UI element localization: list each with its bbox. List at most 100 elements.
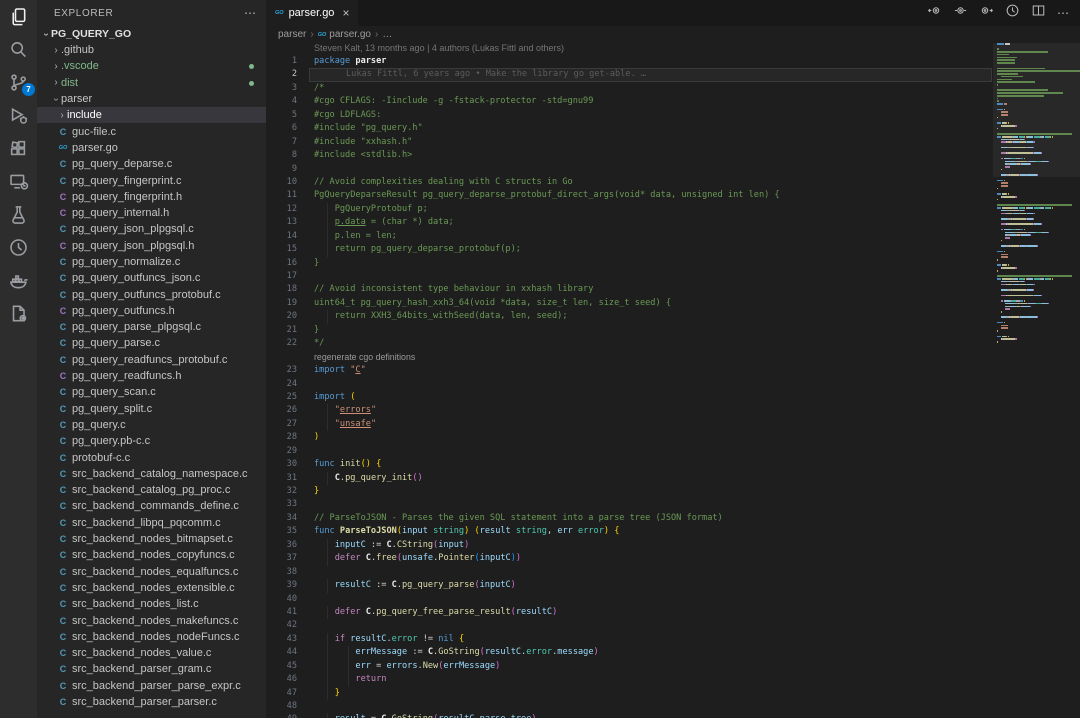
code-line-27[interactable]: 27 "unsafe" xyxy=(266,418,993,431)
line-number[interactable]: 32 xyxy=(266,485,297,498)
tree-item-src-backend-nodes-extensible-c[interactable]: Csrc_backend_nodes_extensible.c xyxy=(37,580,266,596)
code-line-25[interactable]: 25import ( xyxy=(266,391,993,404)
extensions-icon[interactable] xyxy=(0,132,37,165)
line-number[interactable]: 7 xyxy=(266,136,297,149)
code-line-7[interactable]: 7#include "xxhash.h" xyxy=(266,136,993,149)
tree-item-pg-query-json-plpgsql-h[interactable]: Cpg_query_json_plpgsql.h xyxy=(37,238,266,254)
tree-item-pg-query-split-c[interactable]: Cpg_query_split.c xyxy=(37,401,266,417)
tree-item-src-backend-parser-parser-c[interactable]: Csrc_backend_parser_parser.c xyxy=(37,694,266,710)
tree-item-src-backend-commands-define-c[interactable]: Csrc_backend_commands_define.c xyxy=(37,498,266,514)
line-number[interactable]: 41 xyxy=(266,606,297,619)
link-token[interactable]: unsafe xyxy=(340,419,371,429)
tree-item-pg-query-internal-h[interactable]: Cpg_query_internal.h xyxy=(37,205,266,221)
tree-item-pg-query-json-plpgsql-c[interactable]: Cpg_query_json_plpgsql.c xyxy=(37,221,266,237)
code-line-49[interactable]: 49 result = C.GoString(resultC.parse_tre… xyxy=(266,713,993,718)
gitlens-next-change-icon[interactable] xyxy=(979,3,994,23)
line-number[interactable]: 11 xyxy=(266,189,297,202)
line-number[interactable]: 3 xyxy=(266,82,297,95)
code-line-37[interactable]: 37 defer C.free(unsafe.Pointer(inputC)) xyxy=(266,552,993,565)
breadcrumb-item[interactable]: parser xyxy=(278,29,306,40)
tree-item-pg-query-readfuncs-h[interactable]: Cpg_query_readfuncs.h xyxy=(37,368,266,384)
line-number[interactable]: 33 xyxy=(266,498,297,511)
code-line-44[interactable]: 44 errMessage := C.GoString(resultC.erro… xyxy=(266,646,993,659)
tree-item-src-backend-parser-parse-expr-c[interactable]: Csrc_backend_parser_parse_expr.c xyxy=(37,678,266,694)
more-actions-icon[interactable]: ⋯ xyxy=(1057,6,1070,20)
codelens-regenerate-cgo[interactable]: regenerate cgo definitions xyxy=(314,351,993,364)
line-number[interactable]: 9 xyxy=(266,163,297,176)
line-number[interactable]: 14 xyxy=(266,230,297,243)
code-line-41[interactable]: 41 defer C.pg_query_free_parse_result(re… xyxy=(266,606,993,619)
line-number[interactable]: 28 xyxy=(266,431,297,444)
minimap[interactable] xyxy=(993,43,1080,718)
code-line-12[interactable]: 12 PgQueryProtobuf p; xyxy=(266,203,993,216)
tree-item-protobuf-c-c[interactable]: Cprotobuf-c.c xyxy=(37,449,266,465)
line-number[interactable]: 47 xyxy=(266,687,297,700)
tree-item-pg-query-outfuncs-protobuf-c[interactable]: Cpg_query_outfuncs_protobuf.c xyxy=(37,286,266,302)
tree-item-src-backend-catalog-pg-proc-c[interactable]: Csrc_backend_catalog_pg_proc.c xyxy=(37,482,266,498)
code-line-24[interactable]: 24 xyxy=(266,378,993,391)
code-line-45[interactable]: 45 err = errors.New(errMessage) xyxy=(266,660,993,673)
tree-item-src-backend-libpq-pqcomm-c[interactable]: Csrc_backend_libpq_pqcomm.c xyxy=(37,515,266,531)
code-line-32[interactable]: 32} xyxy=(266,485,993,498)
line-number[interactable]: 22 xyxy=(266,337,297,350)
tree-item-pg-query-parse-c[interactable]: Cpg_query_parse.c xyxy=(37,335,266,351)
code-line-33[interactable]: 33 xyxy=(266,498,993,511)
tree-item-src-backend-nodes-bitmapset-c[interactable]: Csrc_backend_nodes_bitmapset.c xyxy=(37,531,266,547)
code-line-28[interactable]: 28) xyxy=(266,431,993,444)
split-editor-icon[interactable] xyxy=(1031,3,1046,23)
tree-item-parser-go[interactable]: GOparser.go xyxy=(37,140,266,156)
line-number[interactable]: 30 xyxy=(266,458,297,471)
line-number[interactable]: 5 xyxy=(266,109,297,122)
code-line-19[interactable]: 19uint64_t pg_query_hash_xxh3_64(void *d… xyxy=(266,297,993,310)
code-line-20[interactable]: 20 return XXH3_64bits_withSeed(data, len… xyxy=(266,310,993,323)
breadcrumb-item[interactable]: … xyxy=(382,29,392,40)
line-number[interactable]: 31 xyxy=(266,472,297,485)
code-area[interactable]: Steven Kalt, 13 months ago | 4 authors (… xyxy=(266,43,993,718)
line-number[interactable]: 27 xyxy=(266,418,297,431)
explorer-more-actions-icon[interactable]: ⋯ xyxy=(244,6,256,20)
tree-item-src-backend-nodes-equalfuncs-c[interactable]: Csrc_backend_nodes_equalfuncs.c xyxy=(37,564,266,580)
tree-item-src-backend-nodes-nodefuncs-c[interactable]: Csrc_backend_nodes_nodeFuncs.c xyxy=(37,629,266,645)
tab-parser-go[interactable]: GO parser.go × xyxy=(266,0,358,26)
code-line-31[interactable]: 31 C.pg_query_init() xyxy=(266,472,993,485)
line-number[interactable]: 24 xyxy=(266,378,297,391)
tree-item-include[interactable]: ›include xyxy=(37,107,266,123)
line-number[interactable]: 2 xyxy=(266,68,297,81)
tree-item-pg-query-outfuncs-json-c[interactable]: Cpg_query_outfuncs_json.c xyxy=(37,270,266,286)
line-number[interactable]: 45 xyxy=(266,660,297,673)
code-line-26[interactable]: 26 "errors" xyxy=(266,404,993,417)
code-line-6[interactable]: 6#include "pg_query.h" xyxy=(266,122,993,135)
code-line-1[interactable]: 1package parser xyxy=(266,55,993,68)
line-number[interactable]: 18 xyxy=(266,283,297,296)
line-number[interactable]: 23 xyxy=(266,364,297,377)
explorer-icon[interactable] xyxy=(0,0,37,33)
tree-item-guc-file-c[interactable]: Cguc-file.c xyxy=(37,123,266,139)
tree-item-pg-query-normalize-c[interactable]: Cpg_query_normalize.c xyxy=(37,254,266,270)
tree-item-src-backend-catalog-namespace-c[interactable]: Csrc_backend_catalog_namespace.c xyxy=(37,466,266,482)
gitlens-open-changes-icon[interactable] xyxy=(953,3,968,23)
docker-icon[interactable] xyxy=(0,264,37,297)
line-number[interactable]: 49 xyxy=(266,713,297,718)
code-line-34[interactable]: 34// ParseToJSON - Parses the given SQL … xyxy=(266,512,993,525)
code-line-47[interactable]: 47 } xyxy=(266,687,993,700)
line-number[interactable]: 12 xyxy=(266,203,297,216)
line-number[interactable]: 8 xyxy=(266,149,297,162)
line-number[interactable]: 43 xyxy=(266,633,297,646)
code-line-35[interactable]: 35func ParseToJSON(input string) (result… xyxy=(266,525,993,538)
line-number[interactable]: 29 xyxy=(266,445,297,458)
line-number[interactable]: 21 xyxy=(266,324,297,337)
breadcrumb-item[interactable]: GOparser.go xyxy=(318,29,371,40)
line-number[interactable]: 38 xyxy=(266,566,297,579)
line-number[interactable]: 42 xyxy=(266,619,297,632)
code-line-5[interactable]: 5#cgo LDFLAGS: xyxy=(266,109,993,122)
code-line-3[interactable]: 3/* xyxy=(266,82,993,95)
line-number[interactable]: 36 xyxy=(266,539,297,552)
code-line-40[interactable]: 40 xyxy=(266,593,993,606)
line-number[interactable]: 48 xyxy=(266,700,297,713)
line-number[interactable]: 39 xyxy=(266,579,297,592)
code-line-46[interactable]: 46 return xyxy=(266,673,993,686)
line-number[interactable]: 34 xyxy=(266,512,297,525)
line-number[interactable]: 19 xyxy=(266,297,297,310)
run-debug-icon[interactable] xyxy=(0,99,37,132)
tree-item--vscode[interactable]: ›.vscode xyxy=(37,58,266,74)
